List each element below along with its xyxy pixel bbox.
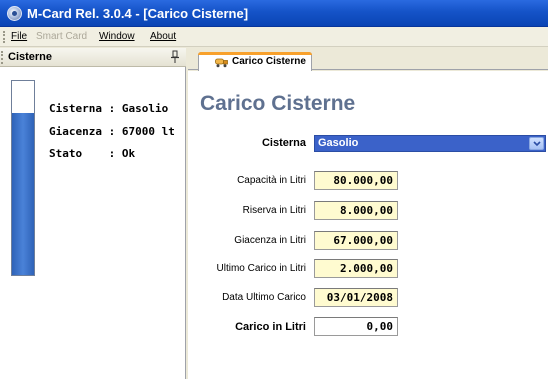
tank-info-sep: : <box>82 147 122 160</box>
cisterna-label: Cisterna <box>261 137 306 149</box>
giacenza-field: 67.000,00 <box>314 231 398 250</box>
menu-file-label: File <box>11 31 28 42</box>
menu-about-label: About <box>150 31 177 42</box>
tank-level-fill <box>12 112 34 275</box>
cisterne-dock-panel: Cisterne Cisterna : Gasolio Giacenza : 6… <box>0 48 186 379</box>
pin-icon[interactable] <box>170 50 180 64</box>
menu-grip-icon[interactable] <box>3 31 6 43</box>
tank-info-key: Giacenza <box>49 125 102 138</box>
title-bar[interactable]: M-Card Rel. 3.0.4 - [Carico Cisterne] <box>0 0 548 27</box>
app-icon[interactable] <box>7 6 22 21</box>
ultimo-carico-value: 2.000,00 <box>340 262 393 275</box>
tank-info-value: Ok <box>121 147 136 160</box>
tank-info-line-stato: Stato : Ok <box>49 147 135 160</box>
carico-in-litri-input[interactable]: 0,00 <box>314 317 398 336</box>
tank-info-sep: : <box>101 102 122 115</box>
menu-smart-card: Smart Card <box>36 31 88 42</box>
riserva-label: Riserva in Litri <box>242 205 306 216</box>
tank-level-gauge <box>11 80 35 276</box>
carico-in-litri-value: 0,00 <box>366 320 394 333</box>
tank-truck-icon <box>215 57 228 68</box>
giacenza-label: Giacenza in Litri <box>234 235 306 246</box>
data-ultimo-carico-label: Data Ultimo Carico <box>222 292 306 303</box>
dock-grip-icon[interactable] <box>1 51 4 64</box>
tank-info-key: Stato <box>49 147 83 160</box>
carico-cisterne-form: Carico Cisterne Cisterna Gasolio Capacit… <box>188 71 548 379</box>
tank-info-line-giacenza: Giacenza : 67000 lt <box>49 125 175 138</box>
tank-info-sep: : <box>101 125 122 138</box>
menu-about[interactable]: About <box>150 31 176 42</box>
ultimo-carico-label: Ultimo Carico in Litri <box>216 263 306 274</box>
data-ultimo-carico-value: 03/01/2008 <box>326 291 393 304</box>
menu-file[interactable]: File <box>11 31 27 42</box>
tank-info-line-cisterna: Cisterna : Gasolio <box>49 102 168 115</box>
capacita-value: 80.000,00 <box>333 174 393 187</box>
capacita-field: 80.000,00 <box>314 171 398 190</box>
giacenza-value: 67.000,00 <box>333 234 393 247</box>
chevron-down-icon <box>533 141 541 147</box>
tank-info-value: Gasolio <box>121 102 169 115</box>
menu-window-label: Window <box>99 31 135 42</box>
window-title: M-Card Rel. 3.0.4 - [Carico Cisterne] <box>27 6 249 21</box>
menu-window[interactable]: Window <box>99 31 135 42</box>
riserva-value: 8.000,00 <box>340 204 393 217</box>
tank-info-value: 67000 lt <box>121 125 175 138</box>
dock-header[interactable]: Cisterne <box>0 48 186 67</box>
tab-label: Carico Cisterne <box>232 56 306 67</box>
dropdown-button[interactable] <box>529 137 544 150</box>
capacita-label: Capacità in Litri <box>237 175 306 186</box>
app-window: M-Card Rel. 3.0.4 - [Carico Cisterne] Fi… <box>0 0 548 379</box>
document-tab-strip: Carico Cisterne <box>188 48 548 71</box>
cisterna-select-value: Gasolio <box>318 137 359 149</box>
tank-info-key: Cisterna <box>49 102 102 115</box>
page-title: Carico Cisterne <box>200 92 356 115</box>
menu-bar: File Smart Card Window About <box>0 27 548 47</box>
riserva-field: 8.000,00 <box>314 201 398 220</box>
dock-title: Cisterne <box>8 51 53 63</box>
carico-in-litri-label: Carico in Litri <box>235 321 306 333</box>
data-ultimo-carico-field: 03/01/2008 <box>314 288 398 307</box>
ultimo-carico-field: 2.000,00 <box>314 259 398 278</box>
cisterna-select[interactable]: Gasolio <box>314 135 546 152</box>
tab-carico-cisterne[interactable]: Carico Cisterne <box>198 52 312 71</box>
